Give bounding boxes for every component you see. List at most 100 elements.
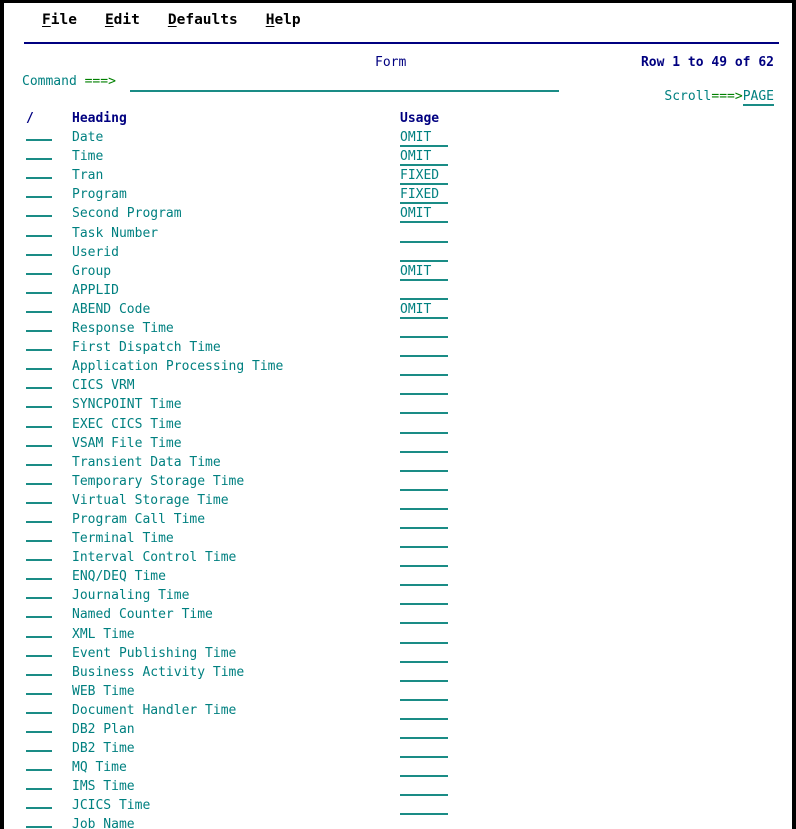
row-usage-field[interactable]	[400, 627, 448, 644]
row-usage-cell	[400, 493, 450, 514]
row-usage-field[interactable]	[400, 474, 448, 491]
row-usage-field[interactable]	[400, 722, 448, 739]
row-select-cell	[26, 643, 56, 661]
row-select-input[interactable]	[26, 185, 52, 199]
row-usage-field[interactable]: OMIT	[400, 264, 448, 281]
row-usage-cell	[400, 436, 450, 457]
scroll-value-field[interactable]: PAGE	[742, 89, 774, 106]
row-usage-field[interactable]	[400, 588, 448, 606]
row-select-input[interactable]	[26, 471, 52, 485]
row-usage-field[interactable]	[400, 665, 448, 682]
column-header-usage: Usage	[400, 111, 440, 126]
row-usage-field[interactable]	[400, 703, 448, 720]
row-usage-field[interactable]	[400, 397, 448, 415]
row-select-input[interactable]	[26, 490, 52, 504]
row-select-input[interactable]	[26, 166, 52, 180]
row-usage-field[interactable]	[400, 798, 448, 816]
row-select-input[interactable]	[26, 758, 52, 772]
row-heading-label: Transient Data Time	[72, 454, 221, 470]
row-usage-cell: OMIT	[400, 264, 450, 281]
menu-separator-rule	[24, 42, 779, 44]
row-select-input[interactable]	[26, 280, 52, 294]
scroll-label: Scroll	[664, 89, 712, 104]
menu-item-defaults[interactable]: Defaults	[168, 12, 238, 28]
row-select-input[interactable]	[26, 529, 52, 543]
row-usage-field[interactable]	[400, 684, 448, 701]
row-heading-label: IMS Time	[72, 779, 135, 795]
row-usage-cell: OMIT	[400, 130, 450, 148]
row-select-input[interactable]	[26, 299, 52, 313]
row-usage-field[interactable]	[400, 340, 448, 358]
row-usage-field[interactable]	[400, 417, 448, 434]
row-select-input[interactable]	[26, 815, 52, 829]
row-select-input[interactable]	[26, 624, 52, 638]
row-usage-field[interactable]	[400, 531, 448, 549]
row-heading-label: DB2 Time	[72, 741, 135, 757]
row-usage-field[interactable]: FIXED	[400, 168, 448, 186]
command-input[interactable]	[129, 74, 559, 92]
row-select-input[interactable]	[26, 204, 52, 218]
row-usage-field[interactable]	[400, 760, 448, 778]
row-select-input[interactable]	[26, 662, 52, 676]
row-usage-field[interactable]	[400, 607, 448, 625]
menu-item-edit[interactable]: Edit	[105, 12, 140, 28]
row-select-input[interactable]	[26, 548, 52, 562]
row-select-input[interactable]	[26, 586, 52, 600]
row-select-input[interactable]	[26, 376, 52, 390]
row-select-input[interactable]	[26, 261, 52, 275]
row-usage-field[interactable]	[400, 817, 448, 829]
row-usage-field[interactable]	[400, 436, 448, 453]
row-usage-cell	[400, 397, 450, 418]
row-usage-field[interactable]	[400, 569, 448, 587]
row-select-input[interactable]	[26, 700, 52, 714]
table-row: CICS VRM	[4, 376, 792, 397]
row-usage-field[interactable]: OMIT	[400, 149, 448, 167]
row-select-input[interactable]	[26, 433, 52, 447]
row-select-input[interactable]	[26, 338, 52, 352]
table-row: Task Number	[4, 223, 792, 245]
row-usage-field[interactable]	[400, 455, 448, 472]
table-row: Transient Data Time	[4, 452, 792, 474]
menu-item-file[interactable]: File	[42, 12, 77, 28]
row-select-input[interactable]	[26, 720, 52, 733]
row-select-input[interactable]	[26, 147, 52, 161]
row-select-input[interactable]	[26, 509, 52, 523]
row-select-input[interactable]	[26, 128, 52, 142]
row-select-input[interactable]	[26, 567, 52, 581]
row-select-input[interactable]	[26, 223, 52, 237]
row-usage-field[interactable]	[400, 321, 448, 339]
row-select-input[interactable]	[26, 643, 52, 657]
row-heading-label: Journaling Time	[72, 588, 190, 604]
row-usage-field[interactable]	[400, 245, 448, 262]
row-usage-field[interactable]	[400, 512, 448, 529]
row-select-input[interactable]	[26, 739, 52, 753]
row-select-input[interactable]	[26, 681, 52, 695]
row-select-input[interactable]	[26, 395, 52, 409]
row-usage-field[interactable]	[400, 378, 448, 396]
row-usage-field[interactable]	[400, 493, 448, 510]
row-select-cell	[26, 662, 56, 680]
menu-item-help[interactable]: Help	[266, 12, 301, 28]
row-heading-label: EXEC CICS Time	[72, 416, 182, 432]
row-select-input[interactable]	[26, 242, 52, 256]
row-usage-field[interactable]	[400, 359, 448, 377]
row-usage-field[interactable]	[400, 550, 448, 568]
row-usage-field[interactable]	[400, 741, 448, 759]
row-usage-field[interactable]	[400, 283, 448, 300]
row-select-input[interactable]	[26, 796, 52, 810]
row-select-input[interactable]	[26, 319, 52, 333]
row-usage-field[interactable]: OMIT	[400, 130, 448, 148]
row-usage-field[interactable]: OMIT	[400, 302, 448, 319]
row-select-input[interactable]	[26, 777, 52, 791]
table-row: VSAM File Time	[4, 433, 792, 457]
row-usage-field[interactable]	[400, 779, 448, 797]
row-usage-cell: FIXED	[400, 187, 450, 205]
row-usage-field[interactable]: FIXED	[400, 187, 448, 205]
row-usage-field[interactable]: OMIT	[400, 206, 448, 224]
row-usage-field[interactable]	[400, 226, 448, 243]
row-select-input[interactable]	[26, 452, 52, 466]
row-select-input[interactable]	[26, 605, 52, 619]
row-usage-field[interactable]	[400, 646, 448, 663]
row-select-input[interactable]	[26, 357, 52, 371]
row-select-input[interactable]	[26, 414, 52, 428]
